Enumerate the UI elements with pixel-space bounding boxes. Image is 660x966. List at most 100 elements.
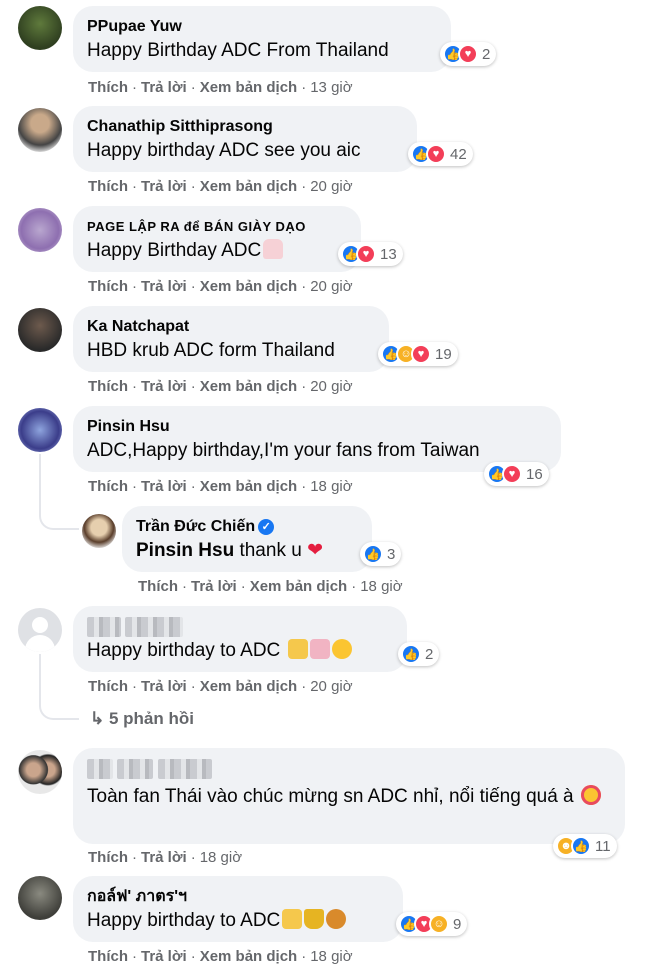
reply-link[interactable]: Trả lời <box>191 578 237 595</box>
comment-text: ADC,Happy birthday,I'm your fans from Ta… <box>87 440 480 461</box>
comment-actions: Thích · Trả lời · Xem bản dịch · 20 giờ <box>88 178 353 195</box>
commenter-name[interactable]: Pinsin Hsu <box>87 416 545 438</box>
reaction-count: 42 <box>450 145 467 163</box>
timestamp[interactable]: 20 giờ <box>310 278 352 295</box>
reply-link[interactable]: Trả lời <box>141 478 187 495</box>
reaction-summary[interactable]: 👍 ♥ 42 <box>408 142 473 166</box>
avatar[interactable] <box>18 750 62 794</box>
comment-text: Happy birthday ADC see you aic <box>87 140 361 161</box>
like-link[interactable]: Thích <box>88 948 128 965</box>
timestamp[interactable]: 18 giờ <box>200 849 242 866</box>
party-popper-emoji-icon <box>282 909 303 929</box>
translate-link[interactable]: Xem bản dịch <box>200 478 298 495</box>
reaction-count: 19 <box>435 345 452 363</box>
avatar[interactable] <box>18 208 62 252</box>
medal-emoji-icon <box>326 909 347 929</box>
like-link[interactable]: Thích <box>88 278 128 295</box>
timestamp[interactable]: 20 giờ <box>310 678 352 695</box>
timestamp[interactable]: 18 giờ <box>360 578 402 595</box>
timestamp[interactable]: 20 giờ <box>310 378 352 395</box>
translate-link[interactable]: Xem bản dịch <box>200 278 298 295</box>
avatar[interactable] <box>18 6 62 50</box>
reaction-summary[interactable]: 👍 ♥ 13 <box>338 242 403 266</box>
translate-link[interactable]: Xem bản dịch <box>250 578 348 595</box>
comment-text: Happy birthday to ADC <box>87 638 391 664</box>
comment-text: Pinsin Hsu thank u ❤ <box>136 540 323 561</box>
like-reaction-icon: 👍 <box>571 836 591 856</box>
comment-bubble: PPupae Yuw Happy Birthday ADC From Thail… <box>73 6 451 72</box>
mention-link[interactable]: Pinsin Hsu <box>136 540 234 561</box>
translate-link[interactable]: Xem bản dịch <box>200 79 298 96</box>
commenter-name[interactable]: กอล์ฟ' ภาตร'ฯ <box>87 886 387 908</box>
like-link[interactable]: Thích <box>88 849 128 866</box>
like-reaction-icon: 👍 <box>401 644 421 664</box>
timestamp[interactable]: 20 giờ <box>310 178 352 195</box>
reply-link[interactable]: Trả lời <box>141 378 187 395</box>
view-replies-link[interactable]: ↳ 5 phản hồi <box>90 709 194 729</box>
reaction-count: 13 <box>380 245 397 263</box>
cake-emoji-icon <box>263 239 284 259</box>
comment-actions: Thích · Trả lời · Xem bản dịch · 20 giờ <box>88 378 353 395</box>
avatar[interactable] <box>82 514 116 548</box>
reaction-summary[interactable]: ☻ 👍 11 <box>553 834 617 858</box>
reply-link[interactable]: Trả lời <box>141 678 187 695</box>
comment-bubble: PAGE LẬP RA để BÁN GIÀY DẠO Happy Birthd… <box>73 206 361 272</box>
smiling-hearts-emoji-icon <box>580 785 601 805</box>
confetti-emoji-icon <box>309 639 330 659</box>
care-reaction-icon: ☺ <box>429 914 449 934</box>
avatar[interactable] <box>18 408 62 452</box>
reply-link[interactable]: Trả lời <box>141 948 187 965</box>
reaction-summary[interactable]: 👍 ♥ ☺ 9 <box>396 912 468 936</box>
reply-link[interactable]: Trả lời <box>141 79 187 96</box>
like-link[interactable]: Thích <box>88 378 128 395</box>
like-link[interactable]: Thích <box>138 578 178 595</box>
comment-bubble: Pinsin Hsu ADC,Happy birthday,I'm your f… <box>73 406 561 472</box>
translate-link[interactable]: Xem bản dịch <box>200 178 298 195</box>
comment-actions: Thích · Trả lời · 18 giờ <box>88 849 243 866</box>
commenter-name-redacted[interactable] <box>87 758 609 780</box>
like-link[interactable]: Thích <box>88 478 128 495</box>
love-reaction-icon: ♥ <box>502 464 522 484</box>
reply-link[interactable]: Trả lời <box>141 278 187 295</box>
reaction-count: 2 <box>482 45 491 63</box>
like-link[interactable]: Thích <box>88 678 128 695</box>
timestamp[interactable]: 18 giờ <box>310 948 352 965</box>
comment-actions: Thích · Trả lời · Xem bản dịch · 20 giờ <box>88 678 353 695</box>
commenter-name[interactable]: PAGE LẬP RA để BÁN GIÀY DẠO <box>87 216 345 238</box>
timestamp[interactable]: 13 giờ <box>310 79 352 96</box>
reaction-summary[interactable]: 👍 2 <box>398 642 440 666</box>
translate-link[interactable]: Xem bản dịch <box>200 378 298 395</box>
reaction-count: 16 <box>526 465 543 483</box>
reaction-summary[interactable]: 👍 ♥ 2 <box>440 42 497 66</box>
comment-text: HBD krub ADC form Thailand <box>87 340 335 361</box>
love-reaction-icon: ♥ <box>356 244 376 264</box>
reply-link[interactable]: Trả lời <box>141 849 187 866</box>
like-link[interactable]: Thích <box>88 178 128 195</box>
commenter-name[interactable]: PPupae Yuw <box>87 16 435 38</box>
avatar[interactable] <box>18 876 62 920</box>
reaction-summary[interactable]: 👍 3 <box>360 542 402 566</box>
commenter-name[interactable]: Chanathip Sitthiprasong <box>87 116 401 138</box>
comment-actions: Thích · Trả lời · Xem bản dịch · 20 giờ <box>88 278 353 295</box>
reaction-count: 2 <box>425 645 434 663</box>
comment-bubble: Happy birthday to ADC <box>73 606 407 672</box>
comment-text: Happy birthday to ADC <box>87 908 387 934</box>
heart-emoji-icon: ❤ <box>307 540 323 561</box>
trophy-emoji-icon <box>304 909 325 929</box>
comment-bubble: Chanathip Sitthiprasong Happy birthday A… <box>73 106 417 172</box>
reaction-summary[interactable]: 👍 ☺ ♥ 19 <box>378 342 458 366</box>
translate-link[interactable]: Xem bản dịch <box>200 678 298 695</box>
party-face-emoji-icon <box>331 639 352 659</box>
commenter-name[interactable]: Ka Natchapat <box>87 316 373 338</box>
reply-link[interactable]: Trả lời <box>141 178 187 195</box>
like-link[interactable]: Thích <box>88 79 128 96</box>
love-reaction-icon: ♥ <box>411 344 431 364</box>
translate-link[interactable]: Xem bản dịch <box>200 948 298 965</box>
reaction-summary[interactable]: 👍 ♥ 16 <box>484 462 549 486</box>
timestamp[interactable]: 18 giờ <box>310 478 352 495</box>
commenter-name[interactable]: Trần Đức Chiến ✓ <box>136 516 356 538</box>
commenter-name-redacted[interactable] <box>87 616 391 638</box>
avatar[interactable] <box>18 108 62 152</box>
avatar[interactable] <box>18 308 62 352</box>
avatar[interactable] <box>18 608 62 652</box>
